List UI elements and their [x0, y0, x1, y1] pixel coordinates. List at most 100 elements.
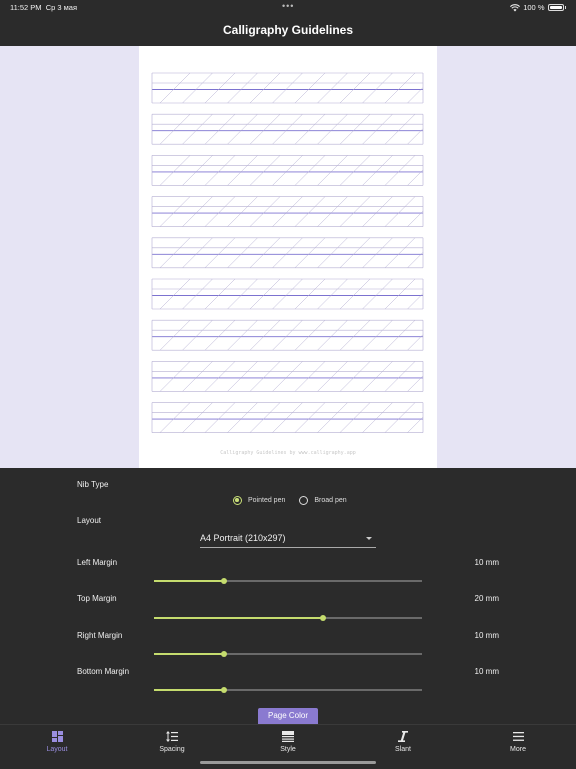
right-margin-value: 10 mm: [474, 631, 499, 640]
slant-line: [159, 402, 191, 433]
slant-line: [362, 72, 393, 104]
slant-line: [272, 320, 303, 351]
slant-line: [182, 114, 213, 145]
tab-slant[interactable]: Slant: [373, 730, 433, 753]
pointed-pen-radio[interactable]: [233, 496, 242, 505]
top-margin-label: Top Margin: [77, 594, 117, 603]
pointed-pen-label: Pointed pen: [248, 497, 286, 504]
style-icon: [282, 731, 294, 742]
slant-line: [227, 278, 258, 310]
slant-line: [362, 278, 393, 310]
slant-line: [249, 114, 281, 145]
tab-more-label: More: [510, 746, 526, 753]
slant-line: [159, 196, 191, 227]
slant-line: [182, 402, 213, 433]
slant-line: [204, 196, 236, 227]
slant-line: [384, 72, 416, 104]
slant-line: [339, 114, 371, 145]
multitask-dots[interactable]: •••: [282, 1, 294, 11]
slider-thumb[interactable]: [319, 614, 326, 621]
slant-line: [227, 402, 258, 433]
broad-pen-radio[interactable]: [299, 496, 309, 505]
page-color-button[interactable]: Page Color: [258, 708, 318, 724]
slider-thumb[interactable]: [220, 650, 227, 657]
bottom-margin-value: 10 mm: [474, 667, 499, 676]
slant-line: [272, 237, 303, 268]
slant-line: [204, 114, 236, 145]
spacing-icon: [166, 731, 178, 742]
left-margin-slider[interactable]: [154, 576, 422, 586]
slider-thumb[interactable]: [220, 577, 227, 584]
top-margin-slider[interactable]: [154, 613, 422, 623]
bottom-margin-slider[interactable]: [154, 685, 422, 695]
chevron-down-icon: [366, 537, 372, 540]
nib-type-label: Nib Type: [77, 480, 109, 489]
slant-line: [339, 72, 371, 104]
slant-line: [294, 361, 326, 392]
bottom-margin-label: Bottom Margin: [77, 667, 130, 676]
slant-line: [317, 320, 348, 351]
slant-line: [182, 278, 213, 310]
slant-icon: [398, 731, 408, 742]
slant-line: [227, 196, 258, 227]
slant-line: [159, 155, 191, 186]
slant-line: [204, 72, 236, 104]
top-margin-value: 20 mm: [474, 594, 499, 603]
slant-line: [317, 278, 348, 310]
left-margin-value: 10 mm: [474, 558, 499, 567]
slant-line: [384, 402, 416, 433]
slant-line: [249, 402, 281, 433]
tab-spacing-label: Spacing: [159, 746, 185, 753]
page-title: Calligraphy Guidelines: [222, 23, 354, 37]
slant-line: [384, 278, 416, 310]
slant-line: [227, 155, 258, 186]
slant-line: [294, 155, 326, 186]
tab-layout-label: Layout: [46, 746, 68, 753]
slant-line: [249, 196, 281, 227]
slant-line: [272, 114, 303, 145]
layout-dropdown-value: A4 Portrait (210x297): [200, 533, 286, 543]
slant-line: [182, 72, 213, 104]
slant-line: [294, 320, 326, 351]
slant-line: [317, 402, 348, 433]
paper-preview: Calligraphy Guidelines by www.calligraph…: [139, 46, 437, 468]
right-margin-slider[interactable]: [154, 649, 422, 659]
slant-line: [339, 278, 371, 310]
slider-thumb[interactable]: [220, 686, 227, 693]
layout-label: Layout: [77, 516, 102, 525]
slant-line: [204, 361, 236, 392]
left-margin-label: Left Margin: [77, 558, 118, 567]
slant-line: [159, 114, 191, 145]
slant-line: [362, 237, 393, 268]
menu-icon: [512, 732, 524, 741]
slant-line: [249, 155, 281, 186]
tab-more[interactable]: More: [488, 730, 548, 753]
slant-line: [272, 72, 303, 104]
slant-line: [384, 361, 416, 392]
tab-style[interactable]: Style: [258, 730, 318, 753]
slant-line: [294, 196, 326, 227]
slant-line: [182, 361, 213, 392]
home-indicator[interactable]: [200, 761, 376, 764]
tab-spacing[interactable]: Spacing: [142, 730, 202, 753]
slant-line: [362, 196, 393, 227]
tab-slant-label: Slant: [395, 746, 411, 753]
slant-line: [204, 237, 236, 268]
tab-layout[interactable]: Layout: [27, 730, 87, 753]
slant-line: [384, 155, 416, 186]
slant-line: [182, 320, 213, 351]
slant-line: [204, 155, 236, 186]
slant-line: [339, 361, 371, 392]
slant-line: [294, 114, 326, 145]
slant-line: [159, 72, 191, 104]
layout-dropdown[interactable]: A4 Portrait (210x297): [200, 530, 376, 548]
slant-line: [384, 196, 416, 227]
slant-line: [249, 278, 281, 310]
nib-type-options: Pointed pen Broad pen: [233, 496, 347, 505]
slant-line: [249, 237, 281, 268]
slant-line: [339, 155, 371, 186]
slant-line: [272, 402, 303, 433]
preview-area: Calligraphy Guidelines by www.calligraph…: [0, 46, 576, 468]
slant-line: [362, 320, 393, 351]
status-right: 100 %: [510, 3, 566, 12]
